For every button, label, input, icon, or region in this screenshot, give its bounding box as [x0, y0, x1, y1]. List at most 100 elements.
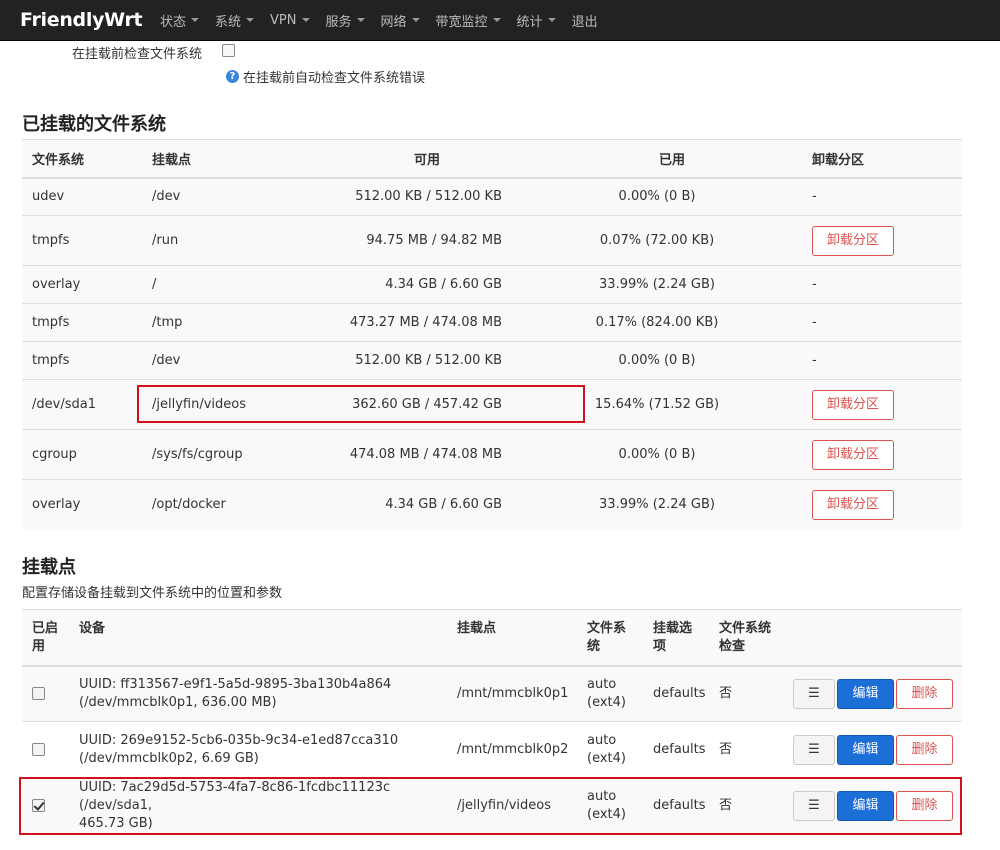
caret-down-icon [301, 18, 310, 22]
cell-filesystem: tmpfs [22, 215, 142, 266]
cell-filesystem: /dev/sda1 [22, 379, 142, 430]
cell-mountpoint: /dev [142, 177, 312, 216]
cell-filesystem: tmpfs [22, 341, 142, 380]
cell-mountpoint: /tmp [142, 303, 312, 342]
cell-mountpoint: /jellyfin/videos [447, 777, 577, 834]
edit-button[interactable]: 编辑 [837, 790, 894, 821]
check-fs-label: 在挂载前检查文件系统 [72, 47, 203, 62]
nav-item-5[interactable]: 带宽监控 [428, 0, 509, 41]
nav-item-label: 统计 [516, 14, 543, 30]
cell-fs: auto (ext4) [577, 721, 643, 778]
cell-filesystem: udev [22, 177, 142, 216]
nav-item-label: 退出 [571, 14, 598, 30]
cell-enabled [22, 777, 69, 834]
mounted-fs-table: 文件系统 挂载点 可用 已用 卸载分区 udev/dev 512.00 KB / … [22, 139, 962, 530]
nav-item-label: 网络 [380, 14, 407, 30]
cell-used: 0.17% (824.00 KB) [502, 303, 802, 342]
cell-check: 否 [709, 721, 783, 778]
edit-button[interactable]: 编辑 [837, 734, 894, 765]
delete-button[interactable]: 删除 [896, 678, 953, 709]
menu-icon[interactable]: ☰ [793, 734, 835, 765]
table-row: UUID: 7ac29d5d-5753-4fa7-8c86-1fcdbc1112… [22, 777, 962, 834]
nav-item-label: 服务 [325, 14, 352, 30]
table-row: tmpfs/dev 512.00 KB / 512.00 KB 0.00% (0 B… [22, 341, 962, 380]
enabled-checkbox[interactable] [32, 686, 45, 700]
unmount-button[interactable]: 卸载分区 [812, 489, 894, 520]
nav-item-label: 系统 [215, 14, 242, 30]
cell-mountpoint: /dev [142, 341, 312, 380]
menu-icon[interactable]: ☰ [793, 790, 835, 821]
nav-item-3[interactable]: 服务 [318, 0, 373, 41]
cell-actions: ☰ 编辑 删除 [783, 665, 962, 722]
cell-device: UUID: ff313567-e9f1-5a5d-9895-3ba130b4a8… [69, 665, 447, 722]
col-used: 已用 [502, 139, 802, 179]
cell-available: 4.34 GB / 6.60 GB [312, 479, 502, 530]
cell-mountpoint: /sys/fs/cgroup [142, 429, 312, 480]
cell-filesystem: tmpfs [22, 303, 142, 342]
cell-unmount: 卸载分区 [802, 429, 962, 480]
nav-item-label: 状态 [160, 14, 187, 30]
unmount-button[interactable]: 卸载分区 [812, 439, 894, 470]
col-options: 挂载选项 [643, 609, 709, 667]
cell-check: 否 [709, 777, 783, 834]
cell-filesystem: overlay [22, 479, 142, 530]
mountpoints-table: 已启用 设备 挂载点 文件系统 挂载选项 文件系统 检查 UUID: ff3135… [22, 609, 962, 834]
cell-used: 15.64% (71.52 GB) [502, 379, 802, 430]
table-header-row: 文件系统 挂载点 可用 已用 卸载分区 [22, 139, 962, 179]
table-row: UUID: ff313567-e9f1-5a5d-9895-3ba130b4a8… [22, 665, 962, 722]
main-menu: 状态 系统 VPN 服务 网络 带宽监控 统计 退出 [152, 0, 606, 41]
cell-used: 33.99% (2.24 GB) [502, 479, 802, 530]
table-row: /dev/sda1/jellyfin/videos 362.60 GB / 457… [22, 379, 962, 430]
cell-mountpoint: /mnt/mmcblk0p2 [447, 721, 577, 778]
cell-unmount: 卸载分区 [802, 479, 962, 530]
menu-icon[interactable]: ☰ [793, 678, 835, 709]
cell-used: 0.00% (0 B) [502, 429, 802, 480]
col-actions [783, 609, 962, 667]
nav-item-4[interactable]: 网络 [373, 0, 428, 41]
enabled-checkbox[interactable] [32, 798, 45, 812]
cell-available: 4.34 GB / 6.60 GB [312, 265, 502, 304]
col-unmount: 卸载分区 [802, 139, 962, 179]
table-header-row: 已启用 设备 挂载点 文件系统 挂载选项 文件系统 检查 [22, 609, 962, 667]
check-fs-checkbox[interactable] [222, 44, 235, 57]
cell-unmount: 卸载分区 [802, 379, 962, 430]
cell-available: 474.08 MB / 474.08 MB [312, 429, 502, 480]
nav-item-1[interactable]: 系统 [207, 0, 262, 41]
nav-item-7[interactable]: 退出 [564, 0, 606, 41]
cell-mountpoint: /jellyfin/videos [142, 379, 312, 430]
nav-item-0[interactable]: 状态 [152, 0, 207, 41]
cell-used: 0.00% (0 B) [502, 177, 802, 216]
cell-options: defaults [643, 665, 709, 722]
caret-down-icon [356, 18, 365, 22]
cell-device: UUID: 7ac29d5d-5753-4fa7-8c86-1fcdbc1112… [69, 777, 447, 834]
cell-available: 94.75 MB / 94.82 MB [312, 215, 502, 266]
nav-item-6[interactable]: 统计 [509, 0, 564, 41]
col-mountpoint: 挂载点 [447, 609, 577, 667]
cell-filesystem: cgroup [22, 429, 142, 480]
cell-mountpoint: /run [142, 215, 312, 266]
check-fs-help-text: 在挂载前自动检查文件系统错误 [243, 71, 426, 86]
caret-down-icon [411, 18, 420, 22]
cell-unmount: - [802, 303, 962, 342]
cell-fs: auto (ext4) [577, 665, 643, 722]
unmount-button[interactable]: 卸载分区 [812, 225, 894, 256]
col-filesystem: 文件系统 [22, 139, 142, 179]
cell-check: 否 [709, 665, 783, 722]
unmount-button[interactable]: 卸载分区 [812, 389, 894, 420]
cell-actions: ☰ 编辑 删除 [783, 721, 962, 778]
brand-logo[interactable]: FriendlyWrt [0, 9, 152, 31]
cell-options: defaults [643, 777, 709, 834]
nav-item-2[interactable]: VPN [262, 0, 317, 41]
enabled-checkbox[interactable] [32, 742, 45, 756]
table-row: tmpfs/run 94.75 MB / 94.82 MB 0.07% (72.00… [22, 215, 962, 266]
col-device: 设备 [69, 609, 447, 667]
caret-down-icon [246, 18, 255, 22]
col-available: 可用 [312, 139, 502, 179]
delete-button[interactable]: 删除 [896, 734, 953, 765]
cell-options: defaults [643, 721, 709, 778]
mounted-fs-title: 已挂载的文件系统 [22, 114, 166, 135]
edit-button[interactable]: 编辑 [837, 678, 894, 709]
mountpoints-description: 配置存储设备挂载到文件系统中的位置和参数 [22, 586, 283, 601]
delete-button[interactable]: 删除 [896, 790, 953, 821]
caret-down-icon [191, 18, 200, 22]
